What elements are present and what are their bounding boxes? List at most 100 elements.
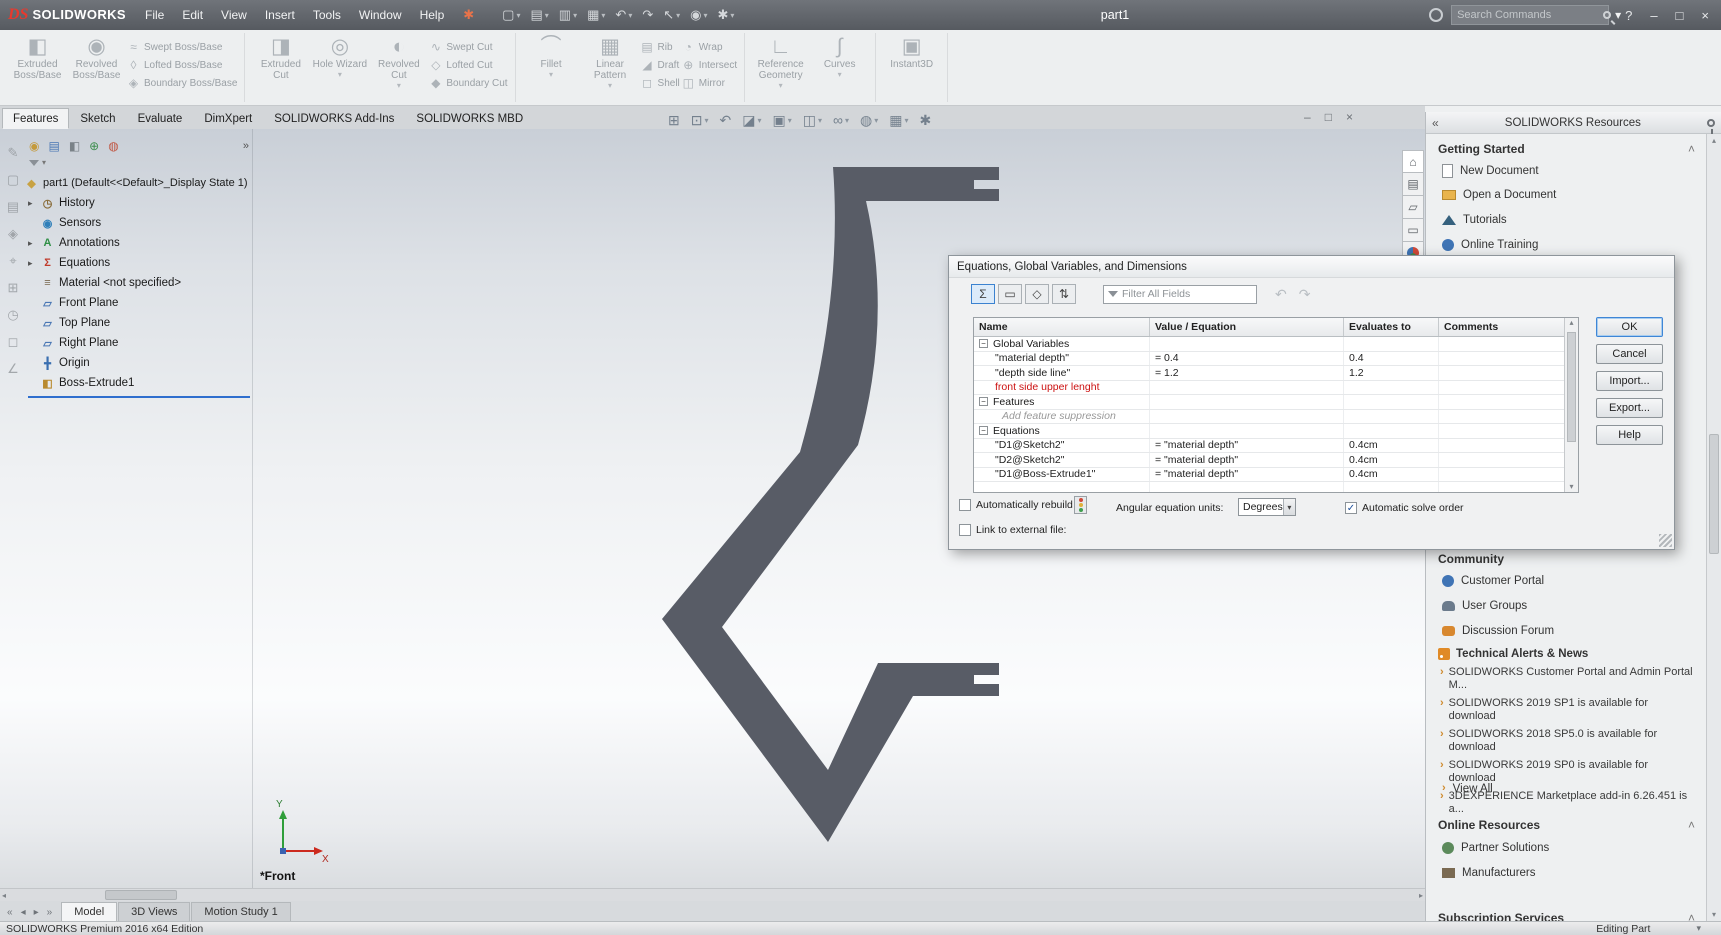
displaymanager-tab-icon[interactable]: ◍ — [108, 139, 118, 153]
section-view-icon[interactable]: ◪ ▾ — [742, 112, 761, 129]
table-row[interactable]: − Global Variables — [974, 337, 1578, 352]
link-view-all[interactable]: › View All — [1442, 782, 1493, 795]
section-technical-alerts[interactable]: Technical Alerts & News — [1438, 648, 1695, 660]
import-button[interactable]: Import... — [1596, 371, 1663, 391]
dimension-view-button[interactable]: ▭ — [998, 284, 1022, 304]
tool-icon[interactable]: ⌖ — [9, 253, 16, 269]
column-evaluates-to[interactable]: Evaluates to — [1344, 318, 1439, 336]
revolved-boss-base-button[interactable]: ◉ Revolved Boss/Base — [68, 34, 125, 81]
zoom-fit-icon[interactable]: ⊞ — [668, 112, 680, 129]
tool-icon[interactable]: ◈ — [8, 226, 18, 242]
link-customer-portal[interactable]: Customer Portal — [1442, 575, 1544, 587]
task-pane-scrollbar[interactable]: ▴ ▾ — [1706, 134, 1721, 921]
zoom-area-icon[interactable]: ⊡ ▾ — [691, 112, 709, 129]
tree-item-front-plane[interactable]: ▱ Front Plane — [25, 293, 253, 313]
boundary-cut-button[interactable]: ◆ Boundary Cut — [429, 76, 507, 90]
menu-window[interactable]: Window — [350, 1, 411, 29]
extruded-cut-button[interactable]: ◨ Extruded Cut — [252, 34, 309, 81]
table-row[interactable]: − Equations — [974, 424, 1578, 439]
link-open-document[interactable]: Open a Document — [1442, 189, 1556, 201]
scroll-left-icon[interactable]: ◂ — [2, 891, 6, 900]
collapse-icon[interactable]: − — [979, 397, 988, 407]
pin-menu-icon[interactable]: ✱ — [463, 7, 474, 23]
reference-geometry-button[interactable]: ∟ Reference Geometry ▾ — [752, 34, 809, 90]
last-tab-icon[interactable]: » — [44, 906, 56, 919]
close-button[interactable]: × — [1693, 5, 1717, 26]
dialog-titlebar[interactable]: Equations, Global Variables, and Dimensi… — [949, 256, 1674, 278]
column-value-equation[interactable]: Value / Equation — [1150, 318, 1344, 336]
tab-dimxpert[interactable]: DimXpert — [193, 108, 263, 129]
tree-filter[interactable]: ▾ — [25, 158, 253, 173]
tool-icon[interactable]: ▤ — [7, 199, 19, 215]
tree-item-sensors[interactable]: ◉ Sensors — [25, 213, 253, 233]
redo-icon[interactable]: ↷ — [1299, 286, 1311, 303]
link-discussion-forum[interactable]: Discussion Forum — [1442, 625, 1554, 637]
tool-icon[interactable]: ⊞ — [8, 280, 19, 296]
ordered-view-button[interactable]: ⇅ — [1052, 284, 1076, 304]
undo-button[interactable]: ↶ ▾ — [613, 5, 634, 25]
swept-boss-base-button[interactable]: ≈ Swept Boss/Base — [127, 40, 237, 54]
hole-wizard-button[interactable]: ◎ Hole Wizard ▾ — [311, 34, 368, 79]
rebuild-traffic-light-icon[interactable] — [1074, 496, 1087, 514]
tree-item-top-plane[interactable]: ▱ Top Plane — [25, 313, 253, 333]
table-row[interactable]: − Features — [974, 395, 1578, 410]
table-row-editing[interactable]: front side upper lenght — [974, 380, 1578, 395]
tree-root-part[interactable]: ◆ part1 (Default<<Default>_Display State… — [25, 173, 253, 193]
menu-help[interactable]: Help — [411, 1, 454, 29]
expander-icon[interactable]: ▸ — [28, 238, 33, 249]
tree-item-origin[interactable]: ╋ Origin — [25, 353, 253, 373]
sketch-equation-view-button[interactable]: ◇ — [1025, 284, 1049, 304]
apply-scene-icon[interactable]: ▦ ▾ — [889, 112, 908, 129]
table-row[interactable]: "D1@Boss-Extrude1" = "material depth" 0.… — [974, 467, 1578, 482]
viewport-hscrollbar[interactable]: ◂ ▸ — [0, 888, 1425, 901]
automatically-rebuild-checkbox[interactable]: Automatically rebuild — [959, 499, 1073, 511]
swept-cut-button[interactable]: ∿ Swept Cut — [429, 40, 507, 54]
link-user-groups[interactable]: User Groups — [1442, 600, 1527, 612]
collapse-icon[interactable]: − — [979, 426, 988, 436]
tab-motion-study-1[interactable]: Motion Study 1 — [191, 902, 291, 921]
chevron-up-icon[interactable]: ˄ — [1688, 818, 1695, 832]
automatic-solve-order-checkbox[interactable]: ✓ Automatic solve order — [1345, 502, 1464, 514]
minimize-button[interactable]: – — [1642, 5, 1665, 26]
scroll-right-icon[interactable]: ▸ — [1419, 891, 1423, 900]
link-new-document[interactable]: New Document — [1442, 164, 1539, 178]
linear-pattern-button[interactable]: ▦ Linear Pattern ▾ — [582, 34, 639, 90]
view-orientation-icon[interactable]: ▣ ▾ — [772, 112, 791, 129]
featuremanager-tab-icon[interactable]: ◉ — [29, 139, 39, 153]
undo-icon[interactable]: ↶ — [1275, 286, 1287, 303]
collapse-pane-icon[interactable]: « — [1432, 116, 1439, 130]
file-explorer-tab-icon[interactable]: ▱ — [1402, 196, 1424, 219]
tool-icon[interactable]: ◻ — [8, 334, 19, 350]
scrollbar-thumb[interactable] — [1709, 434, 1719, 554]
lofted-boss-base-button[interactable]: ◊ Lofted Boss/Base — [127, 58, 237, 72]
collapse-icon[interactable]: − — [979, 339, 988, 349]
expander-icon[interactable]: ▸ — [28, 198, 33, 209]
mirror-button[interactable]: ◫ Mirror — [682, 76, 737, 90]
curves-button[interactable]: ∫ Curves ▾ — [811, 34, 868, 79]
save-button[interactable]: ▥ ▾ — [557, 5, 579, 25]
tab-solidworks-mbd[interactable]: SOLIDWORKS MBD — [405, 108, 534, 129]
menu-insert[interactable]: Insert — [256, 1, 304, 29]
new-document-button[interactable]: ▢ ▾ — [500, 5, 522, 25]
table-row[interactable]: "D1@Sketch2" = "material depth" 0.4cm — [974, 438, 1578, 453]
help-button[interactable]: ? — [1617, 5, 1640, 26]
section-subscription-services[interactable]: Subscription Services ˄ — [1438, 911, 1695, 921]
chevron-up-icon[interactable]: ˄ — [1688, 142, 1695, 156]
column-comments[interactable]: Comments — [1439, 318, 1578, 336]
rib-button[interactable]: ▤ Rib — [641, 40, 680, 54]
restore-button[interactable]: □ — [1668, 5, 1692, 26]
table-row[interactable]: "depth side line" = 1.2 1.2 — [974, 366, 1578, 381]
tree-item-history[interactable]: ▸ ◷ History — [25, 193, 253, 213]
tool-icon[interactable]: ✎ — [8, 145, 19, 161]
tree-item-boss-extrude1[interactable]: ◧ Boss-Extrude1 — [25, 373, 253, 393]
expander-icon[interactable]: ▸ — [28, 258, 33, 269]
revolved-cut-button[interactable]: ◐ Revolved Cut ▾ — [370, 34, 427, 90]
news-item[interactable]: › SOLIDWORKS 2019 SP1 is available for d… — [1440, 697, 1697, 723]
select-button[interactable]: ↖ ▾ — [661, 5, 682, 25]
filter-input[interactable] — [1122, 288, 1257, 300]
search-icon[interactable] — [1603, 11, 1612, 19]
lofted-cut-button[interactable]: ◇ Lofted Cut — [429, 58, 507, 72]
rollback-bar[interactable] — [28, 396, 250, 398]
help-button[interactable]: Help — [1596, 425, 1663, 445]
tab-evaluate[interactable]: Evaluate — [127, 108, 194, 129]
